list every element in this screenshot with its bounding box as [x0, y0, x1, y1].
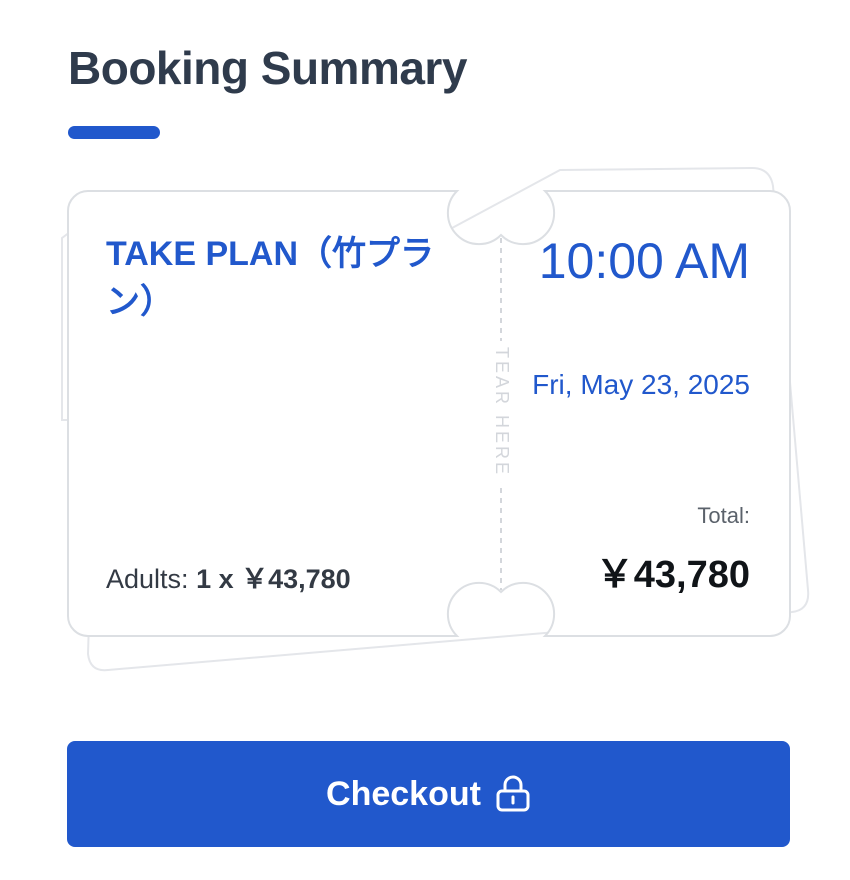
total-label: Total: [697, 503, 750, 528]
ticket-graphic [61, 166, 810, 672]
checkout-button[interactable]: Checkout [67, 741, 790, 847]
adults-quantity: 1 x ￥43,780 [196, 564, 351, 594]
booking-date: Fri, May 23, 2025 [532, 369, 750, 400]
booking-time: 10:00 AM [538, 233, 750, 289]
tear-here-label: TEAR HERE [491, 340, 513, 484]
total-value: ￥43,780 [595, 554, 750, 596]
lock-icon [496, 775, 530, 812]
plan-name: TAKE PLAN（竹プラン） [106, 235, 435, 321]
adults-label: Adults: [106, 564, 189, 594]
checkout-label: Checkout [326, 774, 481, 813]
adults-summary: Adults: 1 x ￥43,780 [106, 562, 351, 596]
